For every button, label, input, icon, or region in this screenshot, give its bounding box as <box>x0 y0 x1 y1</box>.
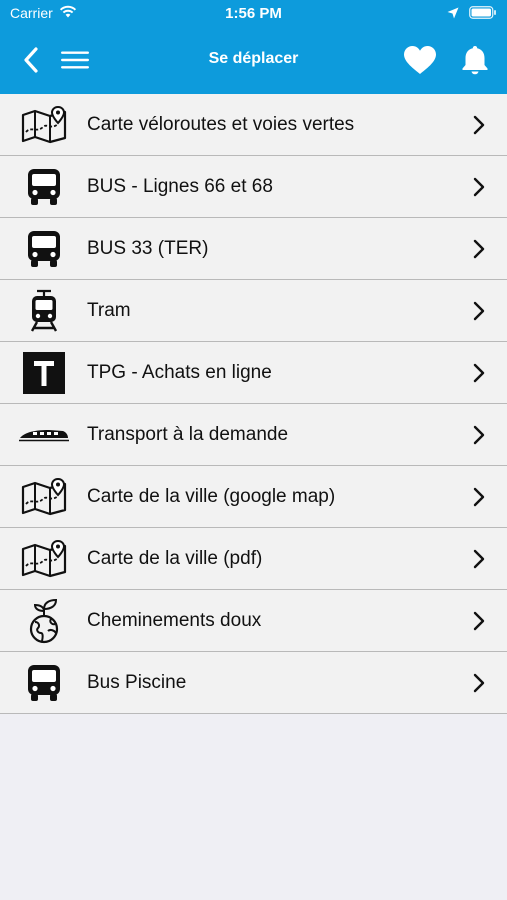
map-icon <box>19 472 69 522</box>
list-item-label: TPG - Achats en ligne <box>87 361 272 383</box>
location-arrow-icon <box>447 6 459 24</box>
list-item-label: Cheminements doux <box>87 609 262 631</box>
status-time: 1:56 PM <box>225 5 282 22</box>
transport-list: Carte véloroutes et voies vertes BUS - L… <box>0 94 507 714</box>
list-item-label: BUS 33 (TER) <box>87 237 209 259</box>
chevron-right-icon <box>469 549 489 569</box>
tpg-icon <box>19 348 69 398</box>
nav-bar: Se déplacer <box>0 28 507 94</box>
chevron-right-icon <box>469 611 489 631</box>
list-item[interactable]: BUS - Lignes 66 et 68 <box>0 156 507 218</box>
map-icon <box>19 100 69 150</box>
chevron-right-icon <box>469 363 489 383</box>
status-bar: Carrier 1:56 PM <box>0 0 507 28</box>
list-item[interactable]: TPG - Achats en ligne <box>0 342 507 404</box>
list-item[interactable]: Bus Piscine <box>0 652 507 714</box>
list-item[interactable]: Carte véloroutes et voies vertes <box>0 94 507 156</box>
tram-icon <box>19 286 69 336</box>
app-header: Carrier 1:56 PM Se déplacer <box>0 0 507 94</box>
list-item[interactable]: Tram <box>0 280 507 342</box>
bell-icon <box>462 46 488 75</box>
bus-icon <box>19 162 69 212</box>
list-item-label: Transport à la demande <box>87 423 289 445</box>
train-icon <box>19 410 69 460</box>
chevron-right-icon <box>469 115 489 135</box>
chevron-right-icon <box>469 177 489 197</box>
chevron-right-icon <box>469 673 489 693</box>
notifications-button[interactable] <box>456 42 494 78</box>
battery-icon <box>469 6 497 24</box>
chevron-right-icon <box>469 239 489 259</box>
list-item[interactable]: Cheminements doux <box>0 590 507 652</box>
list-item-label: Bus Piscine <box>87 671 187 693</box>
list-item[interactable]: Carte de la ville (pdf) <box>0 528 507 590</box>
list-item-label: Tram <box>87 299 131 321</box>
bus-icon <box>19 224 69 274</box>
heart-icon <box>404 46 436 74</box>
eco-globe-icon <box>19 596 69 646</box>
chevron-right-icon <box>469 425 489 445</box>
chevron-right-icon <box>469 301 489 321</box>
list-item-label: Carte de la ville (google map) <box>87 485 336 507</box>
list-item[interactable]: Carte de la ville (google map) <box>0 466 507 528</box>
favorites-button[interactable] <box>401 42 439 78</box>
list-item-label: Carte de la ville (pdf) <box>87 547 263 569</box>
status-right-group <box>447 6 497 24</box>
list-item-label: Carte véloroutes et voies vertes <box>87 113 355 135</box>
list-item[interactable]: Transport à la demande <box>0 404 507 466</box>
bus-icon <box>19 658 69 708</box>
list-item[interactable]: BUS 33 (TER) <box>0 218 507 280</box>
map-icon <box>19 534 69 584</box>
chevron-right-icon <box>469 487 489 507</box>
list-item-label: BUS - Lignes 66 et 68 <box>87 175 273 197</box>
